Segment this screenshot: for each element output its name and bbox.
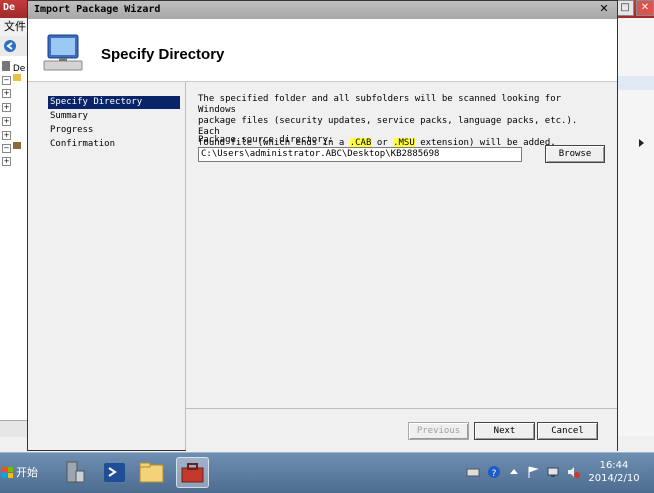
folder-icon xyxy=(13,74,21,81)
volume-muted-icon[interactable] xyxy=(566,465,580,479)
page-title: Specify Directory xyxy=(101,46,225,63)
previous-button[interactable]: Previous xyxy=(408,422,469,440)
wizard-header: Specify Directory xyxy=(28,19,617,82)
close-button[interactable]: ✕ xyxy=(636,0,654,16)
show-hidden-icons-icon[interactable] xyxy=(507,465,521,479)
wizard-titlebar[interactable]: Import Package Wizard ✕ xyxy=(28,1,617,19)
tree-root-label: De xyxy=(12,64,26,74)
taskbar-powershell[interactable] xyxy=(98,457,131,488)
folder-icon xyxy=(13,142,21,149)
keyboard-icon[interactable] xyxy=(466,465,480,479)
flag-icon[interactable] xyxy=(526,465,540,479)
clock[interactable]: 16:44 2014/2/10 xyxy=(582,459,646,485)
server-manager-icon xyxy=(66,461,85,483)
expand-icon[interactable]: + xyxy=(2,157,11,166)
actions-header xyxy=(618,76,654,90)
tree-node[interactable]: + xyxy=(2,102,28,114)
chevron-right-icon[interactable] xyxy=(638,138,646,148)
step-confirmation[interactable]: Confirmation xyxy=(48,138,180,151)
help-icon[interactable]: ? xyxy=(487,465,501,479)
source-directory-input[interactable]: C:\Users\administrator.ABC\Desktop\KB288… xyxy=(198,147,522,162)
taskbar-explorer[interactable] xyxy=(135,457,168,488)
import-package-wizard: Import Package Wizard ✕ Specify Director… xyxy=(27,0,618,451)
powershell-icon xyxy=(104,463,125,482)
back-arrow-icon[interactable] xyxy=(3,39,17,53)
wizard-steps: Specify Directory Summary Progress Confi… xyxy=(28,82,186,450)
wizard-footer: Previous Next Cancel xyxy=(186,408,617,451)
tree-root[interactable]: De xyxy=(2,61,28,74)
tree-node[interactable]: + xyxy=(2,130,28,142)
collapse-icon[interactable]: − xyxy=(2,144,11,153)
expand-icon[interactable]: + xyxy=(2,131,11,140)
horizontal-scrollbar[interactable] xyxy=(0,420,30,437)
svg-text:?: ? xyxy=(492,469,497,479)
taskbar: 开始 ? 16:44 2014/2/10 xyxy=(0,452,654,493)
toolbox-icon xyxy=(181,463,204,483)
start-button[interactable]: 开始 xyxy=(2,461,40,485)
tree-node[interactable]: − xyxy=(2,74,28,86)
clock-date: 2014/2/10 xyxy=(588,473,640,484)
browse-button[interactable]: Browse xyxy=(545,145,605,163)
background-window-title: De xyxy=(3,2,16,13)
folder-icon xyxy=(139,462,164,483)
step-summary[interactable]: Summary xyxy=(48,110,180,123)
expand-icon[interactable]: + xyxy=(2,117,11,126)
server-icon xyxy=(2,61,10,71)
cancel-button[interactable]: Cancel xyxy=(537,422,598,440)
start-label: 开始 xyxy=(16,466,38,479)
expand-icon[interactable]: + xyxy=(2,103,11,112)
description-line: The specified folder and all subfolders … xyxy=(198,94,562,115)
taskbar-server-manager[interactable] xyxy=(58,457,91,488)
background-toolbar xyxy=(0,36,30,57)
source-directory-label: Package source directory: xyxy=(198,135,334,145)
expand-icon[interactable]: + xyxy=(2,89,11,98)
computer-icon xyxy=(43,34,83,71)
collapse-icon[interactable]: − xyxy=(2,76,11,85)
network-icon[interactable] xyxy=(546,465,560,479)
tree-node[interactable]: + xyxy=(2,88,28,100)
tree-node[interactable]: − xyxy=(2,142,28,154)
taskbar-toolbox[interactable] xyxy=(176,457,209,488)
clock-time: 16:44 xyxy=(599,460,629,471)
step-specify-directory[interactable]: Specify Directory xyxy=(48,96,180,109)
wizard-title: Import Package Wizard xyxy=(34,4,161,15)
close-icon[interactable]: ✕ xyxy=(597,2,611,16)
next-button[interactable]: Next xyxy=(474,422,535,440)
step-progress[interactable]: Progress xyxy=(48,124,180,137)
wizard-content: The specified folder and all subfolders … xyxy=(186,82,617,408)
windows-logo-icon xyxy=(2,467,13,478)
tree-node[interactable]: + xyxy=(2,156,28,168)
actions-pane xyxy=(617,18,654,436)
maximize-button[interactable]: □ xyxy=(616,0,634,16)
tree-node[interactable]: + xyxy=(2,116,28,128)
